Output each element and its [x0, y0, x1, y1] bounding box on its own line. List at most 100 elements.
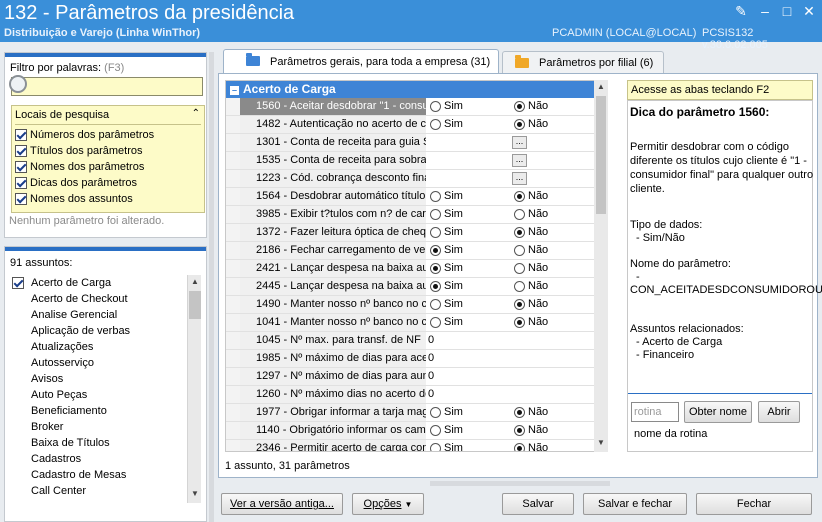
list-item[interactable]: Aplicação de verbas [10, 323, 190, 339]
filter-input[interactable] [11, 77, 203, 96]
horizontal-splitter[interactable] [430, 481, 610, 486]
close-icon[interactable]: ✕ [800, 2, 818, 20]
sim-radio[interactable] [430, 425, 441, 436]
checkbox-icon[interactable] [12, 277, 24, 289]
scroll-down-icon[interactable]: ▼ [188, 489, 202, 498]
ellipsis-button[interactable]: ... [512, 154, 527, 167]
scroll-up-icon[interactable]: ▲ [188, 277, 202, 286]
number-value[interactable]: 0 [426, 334, 434, 346]
opcoes-button[interactable]: Opções ▼ [352, 493, 424, 515]
sim-radio[interactable] [430, 299, 441, 310]
nao-radio[interactable] [514, 245, 525, 256]
checkbox-icon[interactable] [15, 145, 27, 157]
nao-radio[interactable] [514, 227, 525, 238]
ellipsis-button[interactable]: ... [512, 136, 527, 149]
table-row[interactable]: 2421 - Lançar despesa na baixa au Sim Não [226, 260, 599, 278]
scroll-down-icon[interactable]: ▼ [594, 438, 608, 447]
table-row[interactable]: 1985 - Nº máximo de dias para ace 0 [226, 350, 599, 368]
table-row[interactable]: 1490 - Manter nosso nº banco no c Sim Não [226, 296, 599, 314]
nao-radio[interactable] [514, 299, 525, 310]
checkbox-icon[interactable] [15, 193, 27, 205]
list-item[interactable]: Analise Gerencial [10, 307, 190, 323]
number-value[interactable]: 0 [426, 388, 434, 400]
tab-parametros-filial[interactable]: Parâmetros por filial (6) [502, 51, 664, 73]
list-item[interactable]: Acerto de Carga [10, 275, 190, 291]
list-item[interactable]: Autosserviço [10, 355, 190, 371]
table-row[interactable]: 1260 - Nº máximo dias no acerto de 0 [226, 386, 599, 404]
nao-radio[interactable] [514, 101, 525, 112]
table-row[interactable]: 1560 - Aceitar desdobrar "1 - consu Sim Nã… [226, 98, 599, 116]
list-item[interactable]: Cadastro de Mesas [10, 467, 190, 483]
grid-scrollbar[interactable]: ▲ ▼ [594, 80, 608, 452]
checkbox-icon[interactable] [15, 129, 27, 141]
ver-versao-antiga-button[interactable]: Ver a versão antiga... [221, 493, 343, 515]
nao-radio[interactable] [514, 119, 525, 130]
obter-nome-button[interactable]: Obter nome [684, 401, 752, 423]
list-item[interactable]: Cadastros [10, 451, 190, 467]
sim-radio[interactable] [430, 227, 441, 238]
table-row[interactable]: 1045 - Nº max. para transf. de NF 0 [226, 332, 599, 350]
list-item[interactable]: Broker [10, 419, 190, 435]
ellipsis-button[interactable]: ... [512, 172, 527, 185]
option-numeros[interactable]: Números dos parâmetros [15, 127, 154, 143]
table-row[interactable]: 2186 - Fechar carregamento de ve Sim Não [226, 242, 599, 260]
table-row[interactable]: 1140 - Obrigatório informar os cam Sim Não [226, 422, 599, 440]
table-row[interactable]: 1564 - Desdobrar automático título Sim Não [226, 188, 599, 206]
sim-radio[interactable] [430, 443, 441, 451]
list-item[interactable]: Avisos [10, 371, 190, 387]
abrir-button[interactable]: Abrir [758, 401, 800, 423]
maximize-icon[interactable]: □ [778, 2, 796, 20]
table-row[interactable]: 2346 - Permitir acerto de carga con Sim Nã… [226, 440, 599, 451]
collapse-chevron-icon[interactable]: ⌃ [192, 108, 200, 119]
sim-radio[interactable] [430, 101, 441, 112]
list-item[interactable]: Atualizações [10, 339, 190, 355]
sim-radio[interactable] [430, 263, 441, 274]
checkbox-icon[interactable] [15, 161, 27, 173]
sim-radio[interactable] [430, 407, 441, 418]
table-row[interactable]: 1482 - Autenticação no acerto de c Sim Não [226, 116, 599, 134]
checkbox-icon[interactable] [15, 177, 27, 189]
rotina-input[interactable]: rotina [631, 402, 679, 422]
fechar-button[interactable]: Fechar [696, 493, 812, 515]
list-item[interactable]: Call Center [10, 483, 190, 499]
sim-radio[interactable] [430, 209, 441, 220]
table-row[interactable]: 1372 - Fazer leitura óptica de cheq Sim Nã… [226, 224, 599, 242]
option-nomes[interactable]: Nomes dos parâmetros [15, 159, 144, 175]
table-row[interactable]: 1297 - Nº máximo de dias para aun 0 [226, 368, 599, 386]
list-item[interactable]: Baixa de Títulos [10, 435, 190, 451]
number-value[interactable]: 0 [426, 352, 434, 364]
sim-radio[interactable] [430, 281, 441, 292]
subjects-scrollbar[interactable]: ▲ ▼ [187, 275, 201, 503]
table-row[interactable]: 3985 - Exibir t?tulos com n? de carr Sim N… [226, 206, 599, 224]
option-assuntos[interactable]: Nomes dos assuntos [15, 191, 133, 207]
table-row[interactable]: 1977 - Obrigar informar a tarja mag Sim Nã… [226, 404, 599, 422]
salvar-e-fechar-button[interactable]: Salvar e fechar [583, 493, 687, 515]
tab-parametros-gerais[interactable]: Parâmetros gerais, para toda a empresa (… [223, 49, 499, 73]
option-dicas[interactable]: Dicas dos parâmetros [15, 175, 137, 191]
sim-radio[interactable] [430, 245, 441, 256]
table-row[interactable]: 2445 - Lançar despesa na baixa au Sim Não [226, 278, 599, 296]
option-titulos[interactable]: Títulos dos parâmetros [15, 143, 143, 159]
scroll-thumb[interactable] [189, 291, 201, 319]
nao-radio[interactable] [514, 443, 525, 451]
nao-radio[interactable] [514, 317, 525, 328]
scroll-thumb[interactable] [596, 96, 606, 214]
nao-radio[interactable] [514, 425, 525, 436]
vertical-splitter[interactable] [209, 52, 214, 522]
list-item[interactable]: Auto Peças [10, 387, 190, 403]
nao-radio[interactable] [514, 407, 525, 418]
edit-icon[interactable]: ✎ [732, 2, 750, 20]
sim-radio[interactable] [430, 119, 441, 130]
sim-radio[interactable] [430, 317, 441, 328]
table-row[interactable]: 1535 - Conta de receita para sobra... [226, 152, 599, 170]
collapse-icon[interactable]: – [230, 86, 239, 95]
group-header[interactable]: – Acerto de Carga [226, 81, 599, 98]
minimize-icon[interactable]: – [756, 2, 774, 20]
list-item[interactable]: Beneficiamento [10, 403, 190, 419]
nao-radio[interactable] [514, 191, 525, 202]
table-row[interactable]: 1223 - Cód. cobrança desconto fina... [226, 170, 599, 188]
nao-radio[interactable] [514, 281, 525, 292]
scroll-up-icon[interactable]: ▲ [594, 82, 608, 91]
number-value[interactable]: 0 [426, 370, 434, 382]
nao-radio[interactable] [514, 209, 525, 220]
